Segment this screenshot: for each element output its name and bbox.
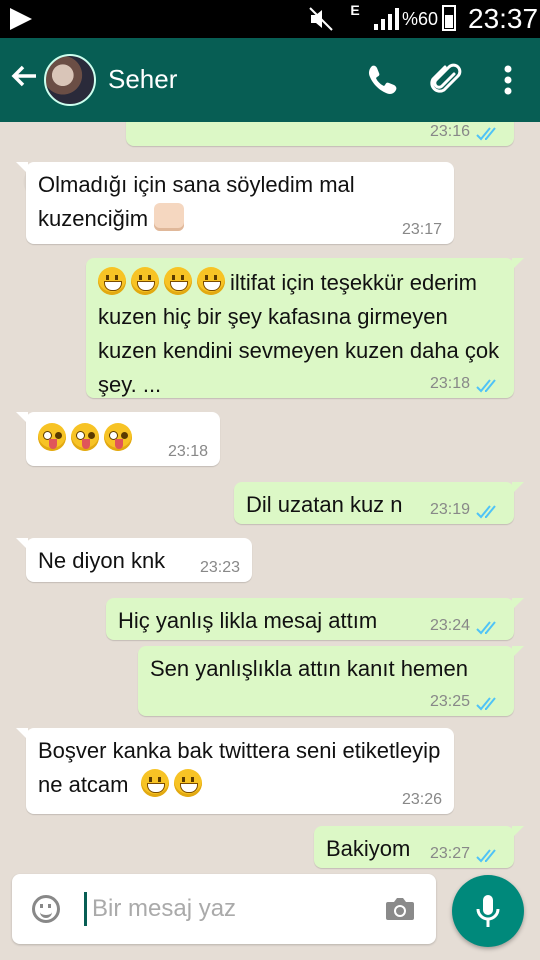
message-text: Sen yanlışlıkla attın kanıt hemen	[150, 656, 468, 681]
read-ticks-icon	[476, 849, 496, 863]
read-ticks-icon	[476, 127, 496, 141]
chat-header: Seher	[0, 38, 540, 122]
status-clock: 23:37	[468, 3, 539, 34]
message-bubble-out[interactable]: Hiç yanlış likla mesaj attım 23:24	[106, 598, 524, 640]
smile-emoji	[173, 769, 202, 797]
message-time: 23:27	[429, 845, 470, 862]
play-notification-icon	[10, 8, 32, 30]
read-ticks-icon	[476, 505, 496, 519]
tongue-wink-emoji	[104, 423, 132, 451]
message-bubble-in[interactable]: Ne diyon knk 23:23	[16, 538, 252, 582]
grin-emoji	[131, 267, 159, 295]
fist-emoji	[154, 203, 185, 231]
attach-clip-icon[interactable]	[428, 60, 468, 100]
message-time: 23:24	[429, 617, 470, 634]
microphone-icon	[476, 895, 500, 927]
network-type-label: E	[350, 2, 360, 18]
message-input[interactable]	[92, 892, 372, 926]
more-options-icon[interactable]	[488, 60, 528, 100]
message-time: 23:17	[401, 221, 442, 238]
message-bubble-out[interactable]: Sen yanlışlıkla attın kanıt hemen 23:25	[138, 646, 524, 716]
message-time: 23:26	[401, 791, 442, 808]
read-ticks-icon	[476, 621, 496, 635]
read-ticks-icon	[476, 379, 496, 393]
read-ticks-icon	[476, 697, 496, 711]
message-time: 23:16	[429, 123, 470, 140]
chat-area[interactable]: 23:16 Olmadığı için sana söyledim mal ku…	[0, 122, 540, 872]
voice-message-button[interactable]	[452, 875, 524, 947]
message-text: Olmadığı için sana söyledim mal kuzenciğ…	[38, 172, 355, 231]
message-bubble-in[interactable]: 23:18	[16, 412, 220, 466]
back-arrow-icon[interactable]	[10, 62, 38, 95]
message-time: 23:18	[429, 375, 470, 392]
message-text: Bakiyom	[326, 836, 411, 861]
grin-emoji	[197, 267, 225, 295]
mute-icon	[308, 6, 334, 38]
contact-name[interactable]: Seher	[108, 64, 177, 95]
message-bubble-out[interactable]: Bakiyom 23:27	[314, 826, 524, 868]
message-composer	[12, 874, 436, 944]
message-time: 23:25	[429, 693, 470, 710]
tongue-wink-emoji	[71, 423, 99, 451]
status-bar: E %60 23:37	[0, 0, 540, 38]
camera-icon[interactable]	[384, 896, 416, 922]
message-text: Dil uzatan kuz n	[246, 492, 403, 517]
grin-emoji	[98, 267, 126, 295]
signal-strength-icon	[374, 8, 399, 30]
message-time: 23:23	[199, 559, 240, 576]
message-bubble-out[interactable]: Dil uzatan kuz n 23:19	[234, 482, 524, 524]
message-text: Boşver kanka bak twittera seni etiketley…	[38, 738, 441, 797]
contact-avatar[interactable]	[44, 54, 96, 106]
text-cursor	[84, 892, 87, 926]
message-text: Ne diyon knk	[38, 548, 166, 573]
emoji-picker-icon[interactable]	[32, 895, 60, 923]
message-text: Hiç yanlış likla mesaj attım	[118, 608, 378, 633]
message-bubble-in[interactable]: Olmadığı için sana söyledim mal kuzenciğ…	[16, 162, 454, 244]
message-bubble-out[interactable]: iltifat için teşekkür ederim kuzen hiç b…	[86, 258, 524, 398]
message-time: 23:18	[167, 443, 208, 460]
battery-percent: %60	[402, 9, 439, 29]
message-time: 23:19	[429, 501, 470, 518]
smile-emoji	[140, 769, 169, 797]
message-bubble-out[interactable]: 23:16	[126, 122, 514, 146]
message-bubble-in[interactable]: Boşver kanka bak twittera seni etiketley…	[16, 728, 454, 814]
tongue-wink-emoji	[38, 423, 66, 451]
phone-call-icon[interactable]	[362, 60, 402, 100]
battery-icon	[442, 5, 456, 31]
grin-emoji	[164, 267, 192, 295]
